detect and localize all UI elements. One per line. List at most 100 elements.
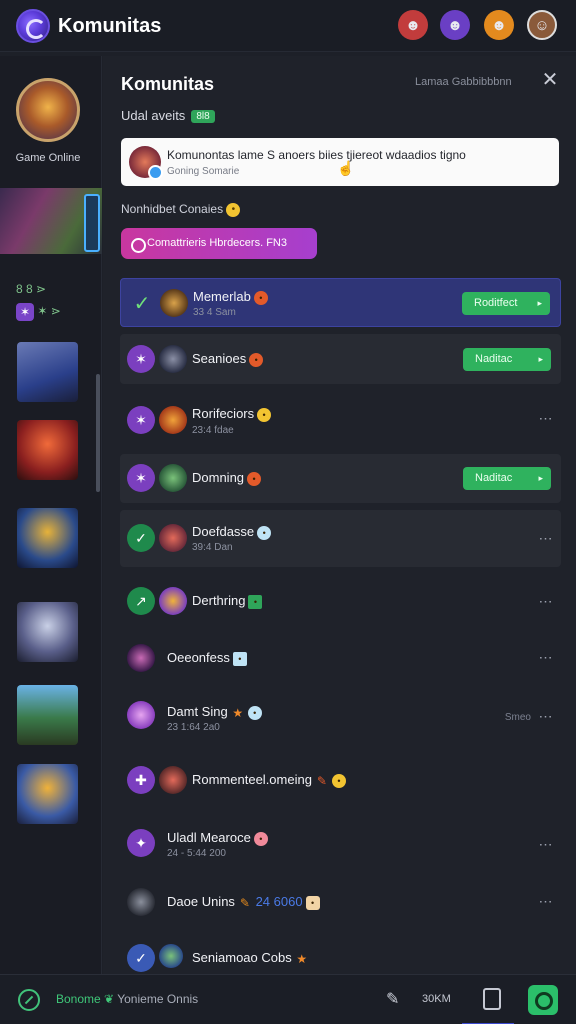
more-options-icon[interactable]: ⋯	[537, 410, 555, 427]
list-item[interactable]: Oeeonfess • ⋯	[120, 634, 561, 684]
game-thumbnail-1[interactable]	[17, 342, 78, 402]
sidebar-scrollbar[interactable]	[96, 374, 100, 492]
list-item[interactable]: ✶ Domning • Naditac	[120, 454, 561, 503]
game-thumbnail-6[interactable]	[17, 764, 78, 824]
flower-badge: •	[253, 831, 268, 846]
panel-subtitle: Lamaa Gabbibbbnn	[415, 76, 512, 88]
profile-avatar-orange-icon[interactable]: ☻	[484, 10, 514, 40]
row-action-button[interactable]: Naditac	[463, 348, 551, 371]
row-inline-count: 24 6060	[255, 894, 303, 909]
emoji-badge: •	[331, 773, 346, 788]
featured-heading: Nonhidbet Conaies •	[121, 202, 241, 217]
globe-badge: •	[247, 705, 262, 720]
row-meta: 23 1:64 2a0	[167, 722, 220, 733]
face-badge: •	[305, 895, 320, 910]
person-icon: ✦	[127, 829, 155, 857]
row-name: Derthring	[192, 593, 246, 608]
list-item[interactable]: ✓ Seniamoao Cobs ★	[120, 936, 561, 974]
close-icon[interactable]: ✕	[540, 70, 560, 90]
more-options-icon[interactable]: ⋯	[537, 708, 555, 725]
notice-card[interactable]: Komunontas lame S anoers biies tjiereot …	[121, 138, 559, 186]
avatar	[159, 944, 183, 968]
community-panel: Komunitas Lamaa Gabbibbbnn ✕ Udal aveits…	[103, 56, 576, 974]
status-badge: •	[247, 471, 262, 486]
notice-text: Komunontas lame S anoers biies tjiereot …	[167, 148, 466, 162]
bottom-bar: Bonome ❦ Yonieme Onnis ✎ 30KM	[0, 974, 576, 1024]
row-action-button[interactable]: Naditac	[463, 467, 551, 490]
more-options-icon[interactable]: ⋯	[537, 530, 555, 547]
list-item[interactable]: ✶ Seanioes • Naditac	[120, 334, 561, 384]
row-action-button[interactable]: Roditfect	[462, 292, 550, 315]
list-item[interactable]: Damt Sing ★ • 23 1:64 2a0 Smeo ⋯	[120, 690, 561, 748]
section-label: Udal aveits	[121, 108, 186, 123]
row-name: Daoe Unins	[167, 894, 235, 909]
game-thumbnail-3[interactable]	[17, 508, 78, 568]
avatar	[159, 766, 187, 794]
list-item[interactable]: ✦ Uladl Mearoce • 24 - 5:44 200 ⋯	[120, 818, 561, 873]
list-item[interactable]: ↗ Derthring • ⋯	[120, 574, 561, 629]
profile-avatar-red-icon[interactable]: ☻	[398, 10, 428, 40]
game-thumbnail-2[interactable]	[17, 420, 78, 480]
row-meta: 39:4 Dan	[192, 542, 233, 553]
app-title: Komunitas	[58, 15, 162, 37]
notice-subtext: Goning Somarie	[167, 166, 240, 177]
community-sidebar: Game Online 8 8 ⋗ ✶ ✶ ⋗	[0, 56, 102, 974]
row-name: Damt Sing	[167, 704, 228, 719]
network-icon: ✚	[127, 766, 155, 794]
list-item[interactable]: Daoe Unins ✎ 24 6060 • ⋯	[120, 878, 561, 928]
list-item[interactable]: ✚ Rommenteel.omeing ✎ •	[120, 756, 561, 806]
star-icon: ★	[296, 951, 308, 966]
count-label: 30KM	[422, 993, 451, 1005]
avatar	[159, 587, 187, 615]
status-icon[interactable]	[18, 989, 40, 1011]
list-item[interactable]: ✶ Rorifeciors • 23:4 fdae ⋯	[120, 392, 561, 448]
notice-avatar	[129, 146, 163, 180]
check-icon: ✓	[133, 292, 151, 315]
row-meta: 33 4 Sam	[193, 307, 236, 318]
more-options-icon[interactable]: ⋯	[537, 593, 555, 610]
game-thumbnail-4[interactable]	[17, 602, 78, 662]
section-tag: 8l8	[191, 110, 215, 124]
row-extra-label: Smeo	[504, 712, 531, 723]
sparkle-icon: ✶	[127, 345, 155, 373]
more-options-icon[interactable]: ⋯	[537, 893, 555, 910]
rail-chips-line2: ✶ ⋗	[37, 304, 61, 318]
user-avatar-icon[interactable]: ☺	[527, 10, 557, 40]
sparkle-icon: ✶	[127, 464, 155, 492]
pen-icon[interactable]: ✎	[386, 989, 406, 1011]
profile-avatar-purple-icon[interactable]: ☻	[440, 10, 470, 40]
active-tab-icon[interactable]	[528, 985, 558, 1015]
row-name: Oeeonfess	[167, 650, 230, 665]
community-label: Game Online	[15, 152, 81, 164]
more-options-icon[interactable]: ⋯	[537, 836, 555, 853]
featured-button[interactable]: Comattrieris Hbrdecers. FN3	[121, 228, 317, 259]
top-bar: Komunitas ☻ ☻ ☻ ☺	[0, 0, 576, 52]
star-icon: ★	[232, 705, 244, 720]
trend-icon: ↗	[127, 587, 155, 615]
row-name: Rorifeciors	[192, 406, 255, 421]
row-name: Uladl Mearoce	[167, 830, 251, 845]
clipboard-icon[interactable]	[483, 988, 501, 1010]
avatar	[160, 289, 188, 317]
status-badge: •	[249, 352, 264, 367]
community-banner[interactable]	[0, 188, 102, 254]
row-meta: 23:4 fdae	[192, 425, 234, 436]
rail-chips: 8 8 ⋗ ✶ ✶ ⋗	[16, 278, 61, 322]
section-heading: Udal aveits 8l8	[121, 108, 215, 124]
list-item[interactable]: ✓ Memerlab • 33 4 Sam Roditfect	[120, 278, 561, 327]
more-options-icon[interactable]: ⋯	[537, 649, 555, 666]
app-logo-icon[interactable]	[16, 9, 50, 43]
status-green-text: Bonome	[56, 992, 101, 1006]
row-name: Doefdasse	[192, 524, 255, 539]
featured-label: Nonhidbet Conaies	[121, 202, 224, 216]
sparkle-icon[interactable]: ✶	[16, 302, 34, 321]
image-badge: •	[232, 651, 247, 666]
game-thumbnail-5[interactable]	[17, 685, 78, 745]
emoji-badge: •	[257, 407, 272, 422]
avatar	[159, 524, 187, 552]
panel-title: Komunitas	[121, 74, 215, 94]
avatar	[127, 701, 155, 729]
community-avatar[interactable]	[16, 78, 80, 142]
list-item[interactable]: ✓ Doefdasse • 39:4 Dan ⋯	[120, 510, 561, 567]
check-icon: ✓	[127, 524, 155, 552]
